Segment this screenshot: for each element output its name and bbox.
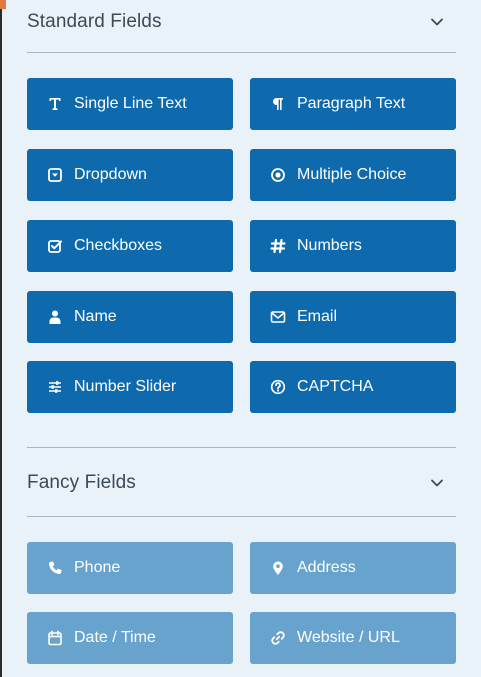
dropdown-button[interactable]: Dropdown (27, 149, 233, 201)
captcha-button[interactable]: CAPTCHA (250, 361, 456, 413)
phone-button[interactable]: Phone (27, 542, 233, 594)
address-button[interactable]: Address (250, 542, 456, 594)
link-icon (270, 630, 286, 646)
website-url-button[interactable]: Website / URL (250, 612, 456, 664)
chevron-down-icon[interactable] (428, 474, 446, 492)
standard-fields-header[interactable]: Standard Fields (27, 0, 456, 44)
text-icon (47, 96, 63, 112)
paragraph-text-button[interactable]: Paragraph Text (250, 78, 456, 130)
dropdown-label: Dropdown (74, 166, 147, 183)
fancy-fields-title: Fancy Fields (27, 472, 136, 493)
multiple-choice-button[interactable]: Multiple Choice (250, 149, 456, 201)
chevron-down-icon[interactable] (428, 13, 446, 31)
paragraph-text-label: Paragraph Text (297, 95, 406, 112)
envelope-icon (270, 309, 286, 325)
single-line-text-button[interactable]: Single Line Text (27, 78, 233, 130)
corner-accent (0, 0, 6, 9)
date-time-button[interactable]: Date / Time (27, 612, 233, 664)
fancy-fields-divider (27, 516, 456, 517)
calendar-icon (47, 630, 63, 646)
user-icon (47, 309, 63, 325)
numbers-label: Numbers (297, 237, 362, 254)
single-line-text-label: Single Line Text (74, 95, 187, 112)
name-button[interactable]: Name (27, 291, 233, 343)
radio-icon (270, 167, 286, 183)
sliders-icon (47, 379, 63, 395)
fancy-fields-header[interactable]: Fancy Fields (27, 461, 456, 505)
address-label: Address (297, 559, 356, 576)
name-label: Name (74, 308, 117, 325)
standard-fields-title: Standard Fields (27, 11, 162, 32)
phone-label: Phone (74, 559, 121, 576)
numbers-button[interactable]: Numbers (250, 220, 456, 272)
multiple-choice-label: Multiple Choice (297, 166, 407, 183)
website-url-label: Website / URL (297, 629, 400, 646)
number-slider-label: Number Slider (74, 378, 177, 395)
date-time-label: Date / Time (74, 629, 156, 646)
captcha-label: CAPTCHA (297, 378, 374, 395)
checkbox-icon (47, 238, 63, 254)
number-slider-button[interactable]: Number Slider (27, 361, 233, 413)
checkboxes-label: Checkboxes (74, 237, 163, 254)
standard-fields-divider (27, 52, 456, 53)
email-label: Email (297, 308, 338, 325)
hash-icon (270, 238, 286, 254)
section-divider (27, 447, 456, 448)
map-marker-icon (270, 560, 286, 576)
phone-icon (47, 560, 63, 576)
checkboxes-button[interactable]: Checkboxes (27, 220, 233, 272)
dropdown-icon (47, 167, 63, 183)
paragraph-icon (270, 96, 286, 112)
window-left-edge (0, 0, 2, 677)
question-circle-icon (270, 379, 286, 395)
email-button[interactable]: Email (250, 291, 456, 343)
